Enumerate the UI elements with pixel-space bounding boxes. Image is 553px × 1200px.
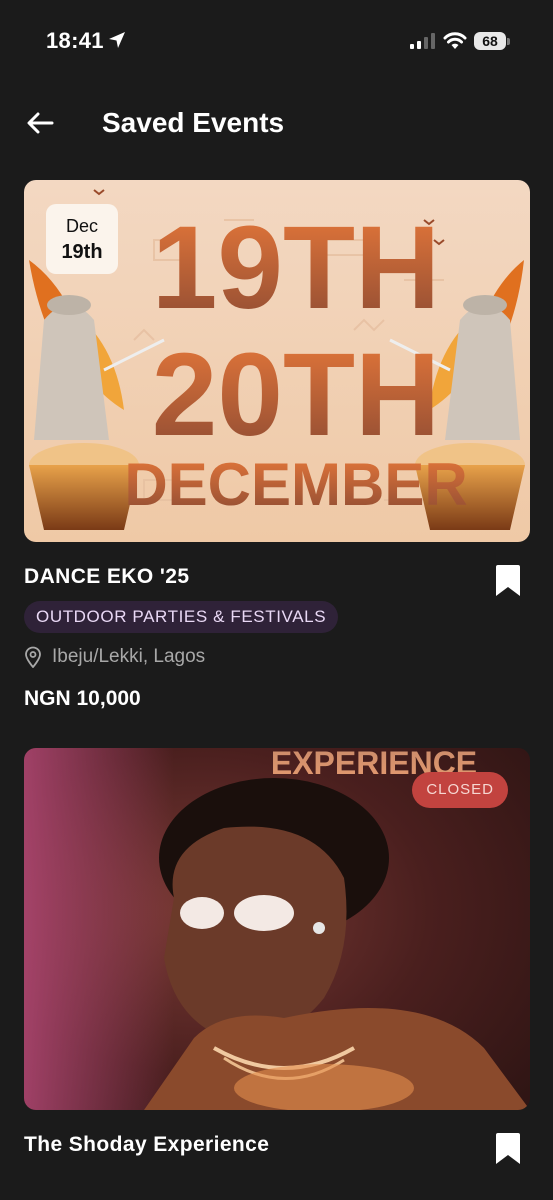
event-price: NGN 10,000 xyxy=(24,687,141,710)
event-card[interactable]: 19TH 20TH DECEMBER Dec 19th DANCE EKO '2… xyxy=(24,180,530,710)
event-title[interactable]: DANCE EKO '25 xyxy=(24,565,189,589)
event-title[interactable]: The Shoday Experience xyxy=(24,1133,269,1157)
location-pin-icon xyxy=(25,646,41,668)
poster-line-2: 20TH xyxy=(152,329,441,461)
poster-line-1: 19TH xyxy=(152,202,441,334)
closed-status-badge: CLOSED xyxy=(412,772,508,808)
battery-level: 68 xyxy=(482,33,498,49)
date-day: 19th xyxy=(61,241,103,263)
status-time: 18:41 xyxy=(46,28,104,53)
poster-line-3: DECEMBER xyxy=(124,451,467,518)
back-button[interactable] xyxy=(22,105,58,141)
event-poster-image[interactable]: 19TH 20TH DECEMBER Dec 19th xyxy=(24,180,530,542)
date-badge: Dec 19th xyxy=(46,204,118,274)
cellular-signal-icon xyxy=(410,33,435,49)
event-card[interactable]: EXPERIENCE CLOSED The Shoday Experience xyxy=(24,748,530,1164)
location-text: Ibeju/Lekki, Lagos xyxy=(52,646,206,667)
bookmark-button[interactable] xyxy=(494,1132,522,1166)
date-month: Dec xyxy=(65,216,98,236)
bookmark-button[interactable] xyxy=(494,564,522,598)
battery-tip xyxy=(507,38,510,45)
event-poster-image[interactable]: EXPERIENCE CLOSED xyxy=(24,748,530,1110)
back-arrow-icon xyxy=(27,112,54,134)
wifi-icon xyxy=(443,32,467,49)
event-location: Ibeju/Lekki, Lagos xyxy=(24,646,205,668)
page-title: Saved Events xyxy=(102,107,285,138)
status-bar: 18:41 68 xyxy=(0,0,553,80)
battery-icon: 68 xyxy=(474,32,506,50)
category-tag: OUTDOOR PARTIES & FESTIVALS xyxy=(24,601,339,633)
location-arrow-icon xyxy=(109,32,125,48)
bookmark-filled-icon xyxy=(496,565,520,596)
bookmark-filled-icon xyxy=(496,1133,520,1164)
header: Saved Events xyxy=(0,95,553,151)
